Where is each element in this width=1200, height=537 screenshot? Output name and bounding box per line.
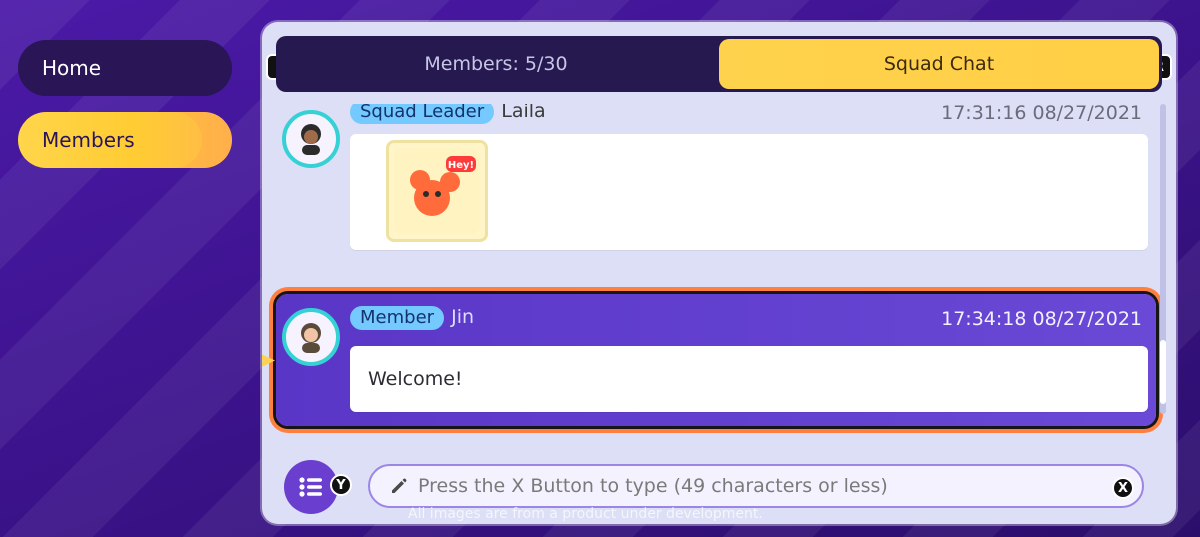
list-icon bbox=[299, 477, 322, 497]
message-bubble: Welcome! bbox=[350, 346, 1148, 412]
y-button-label: Y bbox=[336, 477, 346, 493]
avatar-male-icon bbox=[301, 323, 321, 353]
message-time: 17:31:16 08/27/2021 bbox=[941, 104, 1142, 124]
tab-squad-chat-label: Squad Chat bbox=[883, 53, 995, 75]
chat-input[interactable]: Press the X Button to type (49 character… bbox=[368, 464, 1144, 508]
chat-message[interactable]: Squad Leader Laila 17:31:16 08/27/2021 H… bbox=[276, 104, 1156, 254]
tab-members-label: Members: 5/30 bbox=[424, 53, 568, 75]
message-header: Squad Leader Laila bbox=[350, 104, 546, 124]
avatar bbox=[282, 308, 340, 366]
pencil-icon bbox=[388, 475, 410, 497]
left-navigation: Home Members bbox=[18, 40, 232, 184]
squad-panel: L R Members: 5/30 Squad Chat Squad Leade… bbox=[262, 22, 1176, 524]
nav-members-label: Members bbox=[42, 128, 135, 152]
role-badge: Squad Leader bbox=[350, 104, 495, 124]
sticker-image: Hey! bbox=[386, 140, 488, 242]
nav-members[interactable]: Members bbox=[18, 112, 232, 168]
nav-home[interactable]: Home bbox=[18, 40, 232, 96]
chat-scrollbar[interactable] bbox=[1160, 104, 1166, 414]
sender-name: Laila bbox=[501, 104, 546, 122]
message-text: Welcome! bbox=[368, 368, 463, 390]
sticker-text: Hey! bbox=[448, 160, 474, 171]
role-badge: Member bbox=[350, 306, 445, 330]
chat-list[interactable]: Squad Leader Laila 17:31:16 08/27/2021 H… bbox=[262, 104, 1176, 444]
tab-members[interactable]: Members: 5/30 bbox=[276, 36, 716, 92]
chat-message-selected[interactable]: ➤ Member Jin 17:34:18 08/27/2021 Welcome… bbox=[262, 294, 1156, 426]
scrollbar-thumb[interactable] bbox=[1160, 340, 1166, 404]
crab-sticker-icon: Hey! bbox=[394, 148, 480, 234]
nav-home-label: Home bbox=[42, 56, 102, 80]
avatar bbox=[282, 110, 340, 168]
development-disclaimer: All images are from a product under deve… bbox=[408, 506, 763, 522]
tab-squad-chat[interactable]: Squad Chat bbox=[719, 39, 1159, 89]
message-bubble: Hey! bbox=[350, 134, 1148, 250]
selection-pointer-icon: ➤ bbox=[262, 346, 277, 374]
tab-bar: Members: 5/30 Squad Chat bbox=[276, 36, 1162, 92]
y-button-icon: Y bbox=[330, 474, 352, 496]
message-header: Member Jin bbox=[350, 306, 474, 330]
message-time: 17:34:18 08/27/2021 bbox=[941, 308, 1142, 330]
x-button-label: X bbox=[1117, 480, 1129, 496]
x-button-icon: X bbox=[1112, 477, 1134, 499]
sender-name: Jin bbox=[451, 306, 475, 328]
avatar-female-icon bbox=[301, 124, 321, 155]
chat-input-placeholder: Press the X Button to type (49 character… bbox=[418, 475, 888, 497]
